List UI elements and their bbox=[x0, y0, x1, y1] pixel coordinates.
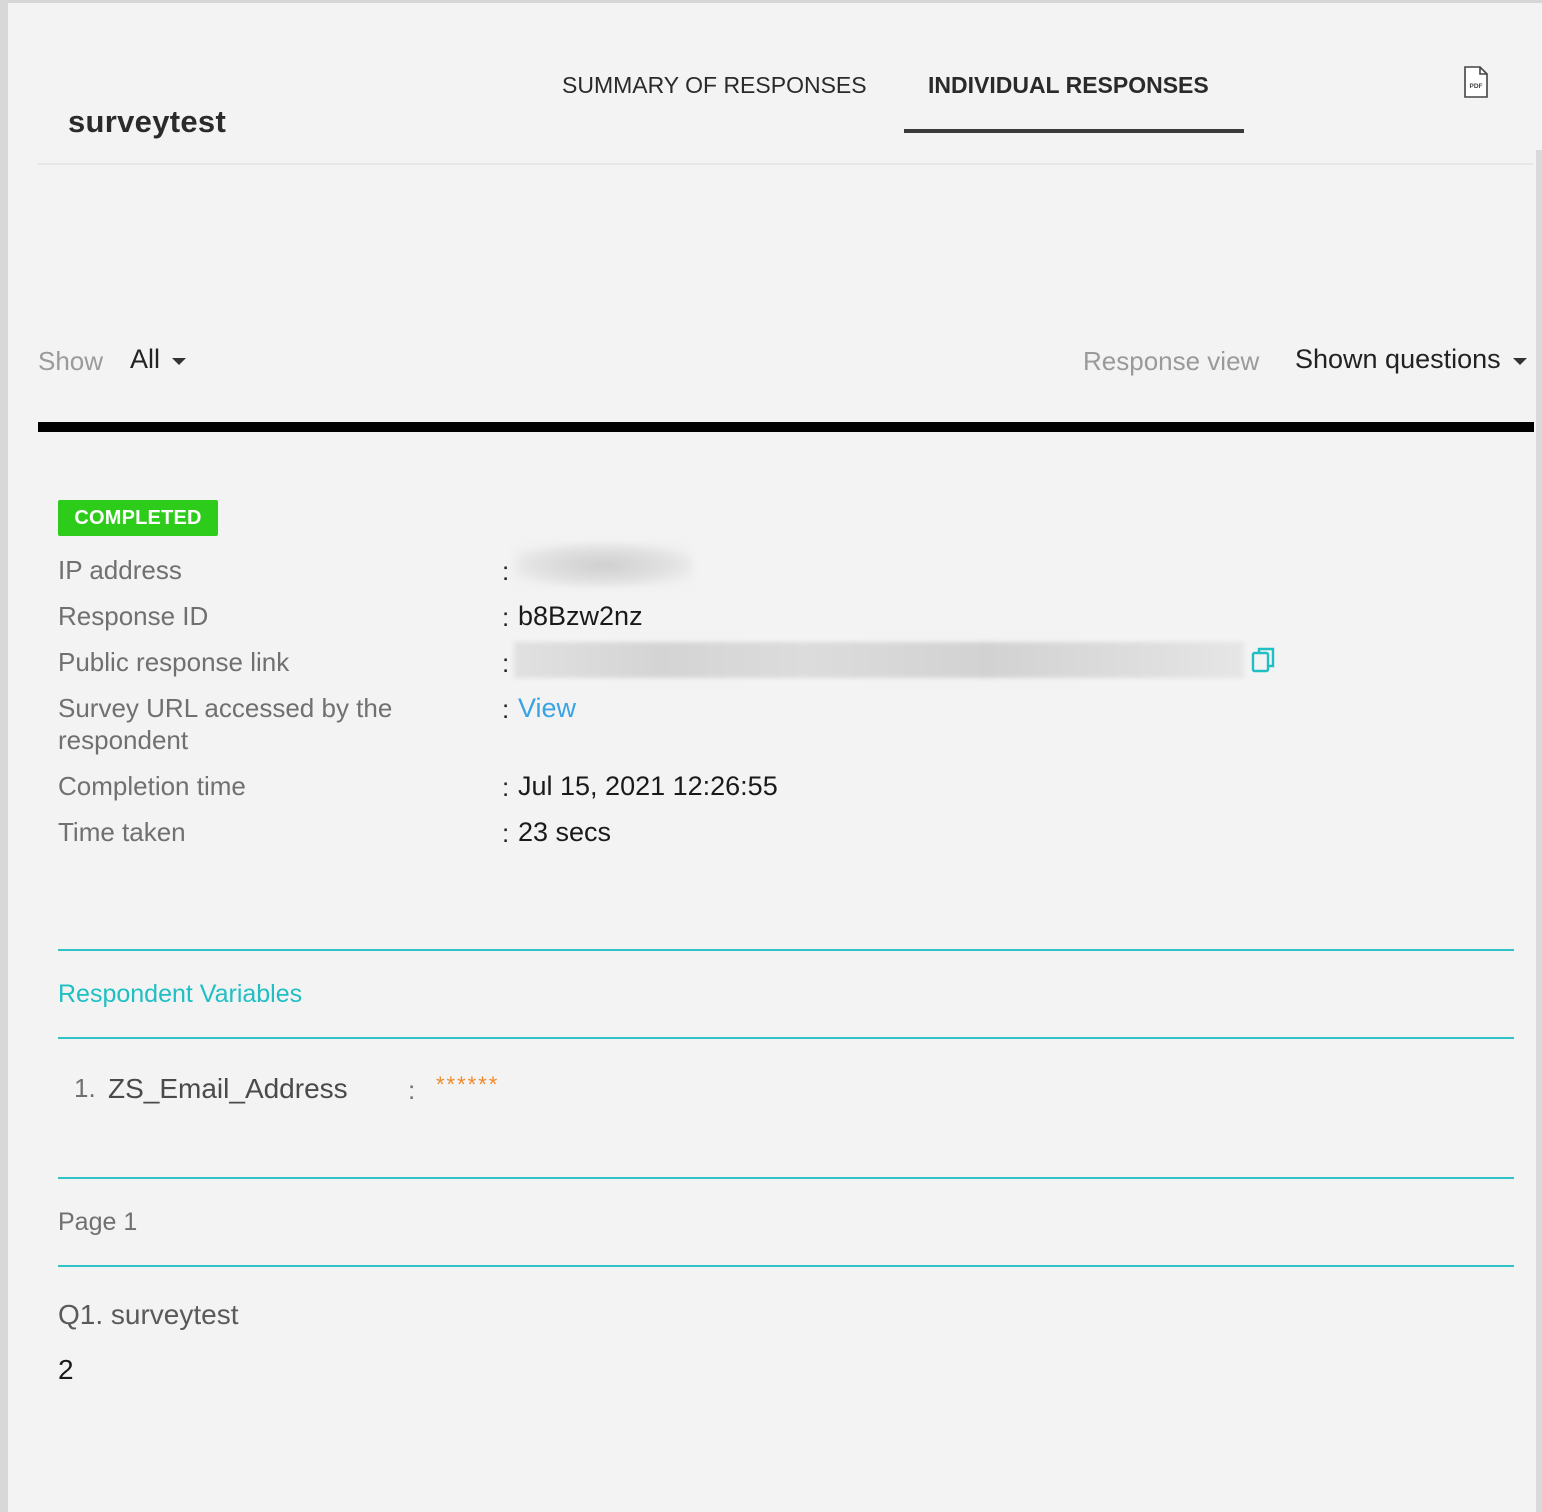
public-response-link-value-redacted[interactable] bbox=[514, 642, 1244, 678]
public-response-link-colon: : bbox=[502, 648, 510, 678]
survey-url-label: Survey URL accessed by the respondent bbox=[58, 693, 393, 755]
time-taken-label: Time taken bbox=[58, 817, 186, 847]
response-divider bbox=[38, 422, 1534, 432]
variable-index: 1. bbox=[74, 1073, 96, 1103]
active-tab-indicator bbox=[904, 129, 1244, 133]
survey-url-view-link-wrap: View bbox=[518, 692, 576, 724]
tab-summary-of-responses[interactable]: SUMMARY OF RESPONSES bbox=[562, 72, 867, 99]
ip-address-colon: : bbox=[502, 556, 510, 586]
time-taken-colon: : bbox=[502, 818, 510, 848]
window-top-edge bbox=[0, 0, 1542, 3]
svg-text:PDF: PDF bbox=[1470, 83, 1483, 90]
section-divider bbox=[58, 1177, 1514, 1179]
completion-time-value: Jul 15, 2021 12:26:55 bbox=[518, 771, 778, 801]
status-badge: COMPLETED bbox=[58, 500, 218, 536]
variable-name: ZS_Email_Address bbox=[108, 1073, 348, 1104]
section-divider bbox=[58, 1037, 1514, 1039]
page-title: surveytest bbox=[68, 104, 227, 139]
survey-url-colon: : bbox=[502, 694, 510, 724]
response-id-colon: : bbox=[502, 602, 510, 632]
tab-individual-responses[interactable]: INDIVIDUAL RESPONSES bbox=[928, 72, 1209, 99]
response-view-value: Shown questions bbox=[1295, 344, 1501, 374]
ip-address-value-redacted bbox=[514, 543, 692, 587]
show-filter-dropdown[interactable]: All bbox=[130, 344, 187, 375]
chevron-down-icon bbox=[1512, 358, 1527, 365]
window-left-edge bbox=[0, 0, 8, 1512]
section-divider bbox=[58, 1265, 1514, 1267]
ip-address-label: IP address bbox=[58, 555, 182, 585]
response-view-dropdown[interactable]: Shown questions bbox=[1295, 344, 1527, 375]
variable-separator: : bbox=[408, 1075, 416, 1105]
chevron-down-icon bbox=[172, 358, 187, 365]
show-filter-label: Show bbox=[38, 346, 104, 376]
header-divider bbox=[38, 163, 1534, 165]
pdf-icon: PDF bbox=[1464, 66, 1488, 98]
response-id-value: b8Bzw2nz bbox=[518, 601, 643, 631]
completion-time-colon: : bbox=[502, 772, 510, 802]
response-view-label: Response view bbox=[1083, 346, 1260, 376]
pdf-export-button[interactable]: PDF bbox=[1462, 66, 1490, 98]
answer-text: 2 bbox=[58, 1354, 74, 1385]
survey-url-view-link[interactable]: View bbox=[518, 693, 576, 723]
response-id-label: Response ID bbox=[58, 601, 209, 631]
scrollbar[interactable] bbox=[1536, 150, 1542, 1512]
question-text: Q1. surveytest bbox=[58, 1299, 239, 1330]
page-label: Page 1 bbox=[58, 1208, 138, 1236]
public-response-link-label: Public response link bbox=[58, 647, 290, 677]
copy-icon[interactable] bbox=[1250, 645, 1278, 675]
variable-masked-value: ****** bbox=[436, 1072, 500, 1097]
respondent-variables-title: Respondent Variables bbox=[58, 980, 303, 1008]
time-taken-value: 23 secs bbox=[518, 817, 612, 847]
section-divider bbox=[58, 949, 1514, 951]
completion-time-label: Completion time bbox=[58, 771, 246, 801]
show-filter-value: All bbox=[130, 344, 161, 374]
